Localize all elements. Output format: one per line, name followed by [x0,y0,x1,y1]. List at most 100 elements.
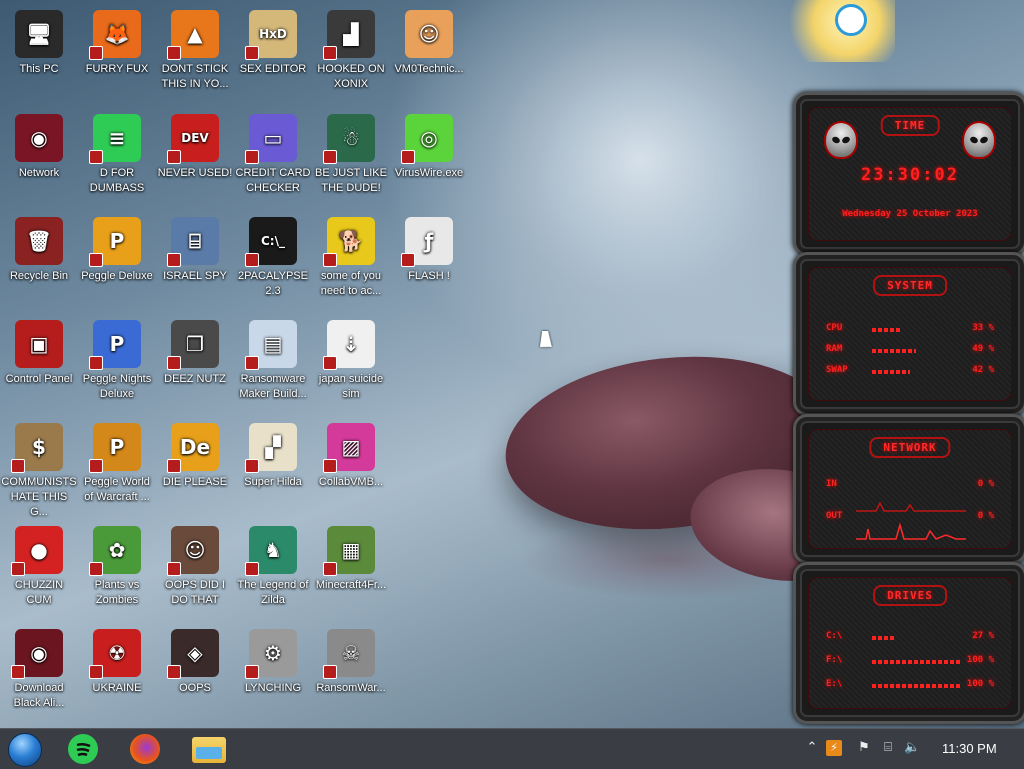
desktop-icon[interactable]: ☺ OOPS DID I DO THAT [156,522,234,622]
stat-row: CPU 33 % [826,323,994,337]
volume-icon[interactable]: 🔈 [904,740,920,756]
desktop-icon-label: 2PACALYPSE 2.3 [238,270,308,297]
collabvm-icon: ▨ [323,423,375,473]
shortcut-overlay-icon [401,253,415,267]
desktop-icon[interactable]: P Peggle Deluxe [78,213,156,313]
desktop-icon[interactable]: ☃ BE JUST LIKE THE DUDE! [312,110,390,210]
spotify-taskbar-button[interactable] [68,734,98,764]
flash-doc-icon: ƒ [401,217,453,267]
desktop-icon[interactable]: ≡ D FOR DUMBASS [78,110,156,210]
desktop-icon[interactable]: ⚙ LYNCHING [234,625,312,725]
desktop-icon[interactable]: ◉ Network [0,110,78,210]
desktop-icon-label: DEEZ NUTZ [164,373,226,385]
shortcut-overlay-icon [89,459,103,473]
file-explorer-taskbar-button[interactable] [192,737,226,763]
terminal-icon: C:\_ [245,217,297,267]
desktop-icon[interactable]: DEV NEVER USED! [156,110,234,210]
desktop-icon[interactable]: ☺ VM0Technic... [390,6,468,106]
skull-icon: ☠ [323,629,375,679]
flag-icon[interactable]: ⚑ [856,740,872,756]
desktop-icon[interactable]: 🦊 FURRY FUX [78,6,156,106]
firefox-taskbar-button[interactable] [130,734,160,764]
desktop-icon[interactable]: ƒ FLASH ! [390,213,468,313]
shortcut-overlay-icon [245,665,259,679]
desktop-icon[interactable]: ❐ DEEZ NUTZ [156,316,234,416]
desktop-icon[interactable]: 🐕 some of you need to ac... [312,213,390,313]
alien-icon: ◉ [11,629,63,679]
desktop-icon[interactable]: 🖥 This PC [0,6,78,106]
desktop-icon[interactable]: C:\_ 2PACALYPSE 2.3 [234,213,312,313]
taskbar: ⌃ ⚡ ⚑ ⌸ 🔈 11:30 PM [0,728,1024,769]
shortcut-overlay-icon [89,46,103,60]
desktop-icon[interactable]: ◎ VirusWire.exe [390,110,468,210]
shortcut-overlay-icon [323,356,337,370]
shortcut-overlay-icon [11,562,25,576]
stat-row: F:\ 100 % [826,655,994,669]
gnome-icon: ☃ [323,114,375,164]
desktop-icon-label: Super Hilda [244,476,302,488]
stat-label: SWAP [826,365,848,375]
shortcut-overlay-icon [323,253,337,267]
tray-app-icon[interactable]: ⚡ [826,740,842,756]
stat-label: OUT [826,511,843,521]
desktop-icon[interactable]: ◈ OOPS [156,625,234,725]
desktop-icon[interactable]: ▣ Control Panel [0,316,78,416]
shortcut-overlay-icon [167,150,181,164]
stat-level-bar [872,660,962,664]
shortcut-overlay-icon [11,665,25,679]
desktop-icon[interactable]: ▭ CREDIT CARD CHECKER [234,110,312,210]
minecraft-icon: ▦ [323,526,375,576]
network-status-icon[interactable]: ⌸ [880,740,896,756]
stat-label: CPU [826,323,843,333]
desktop-icon-label: FLASH ! [408,270,450,282]
stat-row: IN 0 % [826,479,994,493]
desktop-icon[interactable]: HxD SEX EDITOR [234,6,312,106]
desktop-icon-label: Peggle World of Warcraft ... [84,476,150,503]
date-readout: Wednesday 25 October 2023 [842,209,978,219]
taskbar-clock[interactable]: 11:30 PM [942,741,997,756]
desktop-icon[interactable]: ⇣ japan suicide sim [312,316,390,416]
desktop-icon[interactable]: ▤ Ransomware Maker Build... [234,316,312,416]
desktop-icon[interactable]: ⌸ ISRAEL SPY [156,213,234,313]
desktop-icon[interactable]: ▨ CollabVMB... [312,419,390,519]
desktop-icon[interactable]: ☠ RansomWar... [312,625,390,725]
desktop-icon[interactable]: ▲ DONT STICK THIS IN YO... [156,6,234,106]
system-panel: SYSTEM CPU 33 % RAM 49 % SWAP 42 % [793,252,1024,416]
stat-row: RAM 49 % [826,344,994,358]
desktop-icon[interactable]: $ COMMUNISTS HATE THIS G... [0,419,78,519]
shortcut-overlay-icon [323,46,337,60]
desktop-icon[interactable]: ● CHUZZIN CUM [0,522,78,622]
desktop-icon[interactable]: ◉ Download Black Ali... [0,625,78,725]
desktop-icon[interactable]: ☢ UKRAINE [78,625,156,725]
chevron-up-icon[interactable]: ⌃ [804,740,820,756]
limewire-icon: ◎ [401,114,453,164]
desktop-icon-label: UKRAINE [92,682,142,694]
start-button[interactable] [8,733,42,767]
stat-value: 100 % [966,679,994,689]
stat-label: E:\ [826,679,843,689]
stat-level-bar [872,684,962,688]
desktop-icon[interactable]: ✿ Plants vs Zombies [78,522,156,622]
stat-row: OUT 0 % [826,511,994,525]
zelda-icon: ♞ [245,526,297,576]
stat-label: F:\ [826,655,843,665]
shortcut-overlay-icon [167,562,181,576]
desktop-icon-label: Ransomware Maker Build... [239,373,307,400]
desktop-icon[interactable]: De DIE PLEASE [156,419,234,519]
alien-head-icon-right [962,121,996,159]
desktop-icon[interactable]: 🗑 Recycle Bin [0,213,78,313]
desktop-icon-label: DIE PLEASE [162,476,228,488]
desktop-icon-label: Network [18,167,60,179]
drives-panel: DRIVES C:\ 27 % F:\ 100 % E:\ 100 % [793,562,1024,724]
shortcut-overlay-icon [89,356,103,370]
shortcut-overlay-icon [89,665,103,679]
desktop-icon[interactable]: ♞ The Legend of Zilda [234,522,312,622]
desktop-icon[interactable]: ▦ Minecraft4Fr... [312,522,390,622]
stat-value: 42 % [972,365,994,375]
desktop-icon[interactable]: P Peggle Nights Deluxe [78,316,156,416]
desktop-icon-label: LYNCHING [244,682,302,694]
desktop-icon[interactable]: ▟ HOOKED ON XONIX [312,6,390,106]
desktop-icon[interactable]: ▞ Super Hilda [234,419,312,519]
window-app-icon: ▤ [245,320,297,370]
desktop-icon[interactable]: P Peggle World of Warcraft ... [78,419,156,519]
